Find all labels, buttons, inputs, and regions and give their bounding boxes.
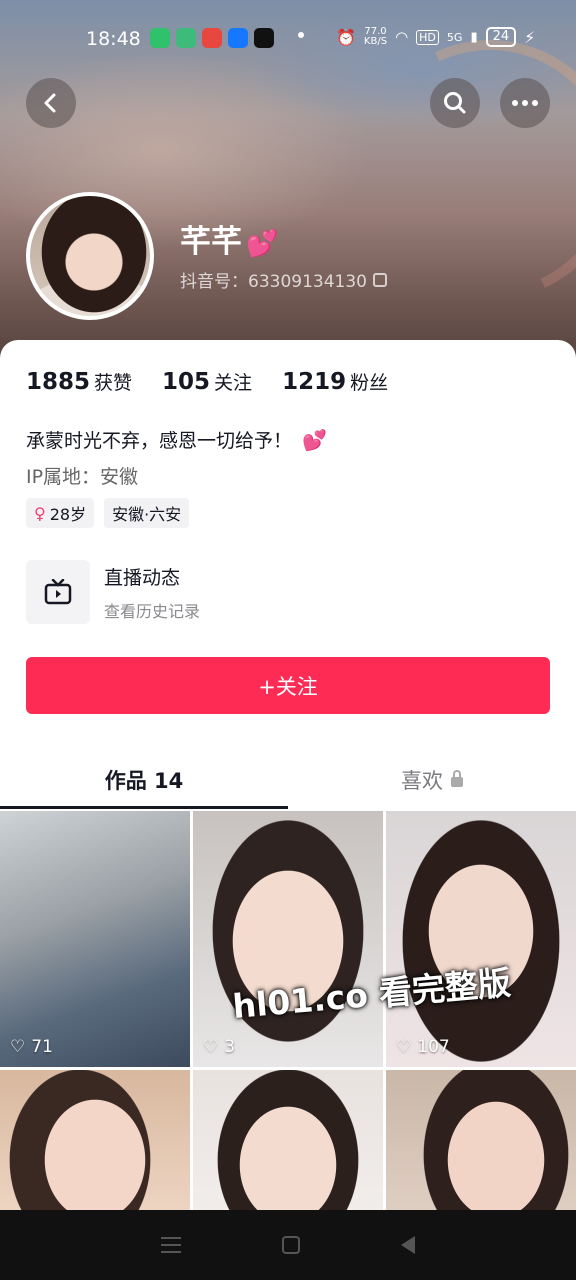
video-thumbnail[interactable]: ♡ 71 <box>0 811 190 1067</box>
like-count: ♡ 3 <box>203 1037 236 1057</box>
battery-indicator: 24 <box>485 27 517 47</box>
tab-likes[interactable]: 喜欢 <box>288 750 576 810</box>
hd-badge: HD <box>416 29 439 45</box>
more-notifications-dot <box>298 32 304 38</box>
heart-outline-icon: ♡ <box>10 1037 26 1057</box>
tab-works[interactable]: 作品 14 <box>0 750 288 810</box>
age-tag: ♀ 28岁 <box>26 498 95 528</box>
video-thumbnail[interactable] <box>193 1070 383 1220</box>
lock-icon <box>451 770 463 787</box>
heart-emoji-icon: 💕 <box>246 229 279 259</box>
profile-tags: ♀ 28岁 安徽·六安 <box>26 498 190 528</box>
alarm-icon: ⏰ <box>336 27 356 47</box>
avatar[interactable] <box>26 192 154 320</box>
location-tag: 安徽·六安 <box>104 498 190 528</box>
status-right: ⏰ 77.0 KB/S ◠ HD 5G ▮ 24 ⚡ <box>336 27 535 47</box>
content-tabs: 作品 14 喜欢 <box>0 750 576 810</box>
douyin-id: 抖音号：63309134130 <box>180 267 387 292</box>
heart-outline-icon: ♡ <box>396 1037 412 1057</box>
heart-outline-icon: ♡ <box>203 1037 219 1057</box>
live-title: 直播动态 <box>104 566 181 589</box>
follow-button[interactable]: +关注 <box>26 657 550 714</box>
home-icon[interactable] <box>281 1236 300 1254</box>
bio-text: 承蒙时光不弃，感恩一切给予！ 💕 <box>26 428 327 452</box>
ip-location: IP属地：安徽 <box>26 466 139 488</box>
status-bar: 18:48 ⏰ 77.0 KB/S ◠ HD 5G ▮ 24 ⚡ <box>0 0 576 78</box>
status-time: 18:48 <box>86 28 141 50</box>
network-speed: 77.0 KB/S <box>363 26 388 47</box>
video-app-icon <box>150 28 170 48</box>
charging-icon: ⚡ <box>524 27 536 47</box>
profile-name: 芊芊 💕 <box>180 224 279 260</box>
music-app-icon <box>202 28 222 48</box>
like-count: ♡ 107 <box>396 1037 450 1057</box>
stat-following[interactable]: 105 关注 <box>162 368 252 395</box>
alipay-app-icon <box>228 28 248 48</box>
tiktok-app-icon <box>254 28 274 48</box>
stat-followers[interactable]: 1219 粉丝 <box>282 368 388 395</box>
stats-row: 1885 获赞 105 关注 1219 粉丝 <box>26 368 388 395</box>
tab-underline <box>0 806 288 809</box>
like-count: ♡ 71 <box>10 1037 53 1057</box>
system-nav-bar <box>0 1210 576 1280</box>
live-history-entry[interactable]: 直播动态 查看历史记录 <box>26 560 200 624</box>
menu-icon[interactable] <box>160 1237 181 1253</box>
back-button[interactable] <box>26 78 76 128</box>
signal-bars-icon: ▮ <box>470 29 478 45</box>
chevron-left-icon <box>44 93 56 113</box>
stat-likes[interactable]: 1885 获赞 <box>26 368 132 395</box>
more-options-button[interactable] <box>500 78 550 128</box>
signal-5g: 5G <box>446 30 463 44</box>
back-triangle-icon[interactable] <box>401 1236 416 1254</box>
more-dots-icon <box>512 100 538 106</box>
video-thumbnail[interactable]: ♡ 107 <box>386 811 576 1067</box>
search-icon <box>444 92 466 114</box>
search-button[interactable] <box>430 78 480 128</box>
tv-icon <box>26 560 90 624</box>
female-icon: ♀ <box>34 503 46 523</box>
video-thumbnail[interactable] <box>0 1070 190 1220</box>
video-thumbnail[interactable] <box>386 1070 576 1220</box>
copy-icon[interactable] <box>372 272 387 287</box>
video-thumbnail[interactable]: ♡ 3 <box>193 811 383 1067</box>
messages-app-icon <box>176 28 196 48</box>
notification-icons <box>150 28 274 48</box>
wifi-icon: ◠ <box>395 28 409 46</box>
live-subtitle: 查看历史记录 <box>104 601 201 621</box>
heart-emoji-icon: 💕 <box>302 428 327 452</box>
